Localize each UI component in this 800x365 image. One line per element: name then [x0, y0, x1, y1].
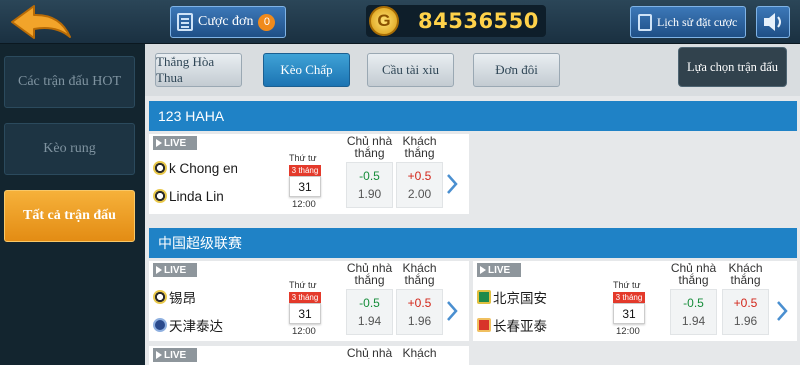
match-weekday: Thứ tư	[613, 280, 641, 290]
play-icon	[156, 266, 162, 274]
match-card[interactable]: LIVE Chủ nhà thắng Khách thắng	[149, 346, 469, 365]
away-odds-column: Khách thắng +0.5 1.96	[396, 261, 443, 335]
sidebar-item-hot-matches[interactable]: Các trận đấu HOT	[4, 56, 135, 108]
team-crest-icon	[153, 318, 167, 332]
team-crest-icon	[153, 290, 167, 304]
play-icon	[156, 139, 162, 147]
bet-history-button[interactable]: Lịch sử đặt cược	[630, 6, 746, 38]
live-badge: LIVE	[153, 263, 197, 277]
match-card[interactable]: LIVE k Chong en Linda Lin Thứ tư 3 tháng…	[149, 134, 469, 214]
home-odds-button[interactable]: -0.5 1.90	[346, 162, 393, 208]
bet-slip-icon	[177, 13, 193, 31]
away-odds-button[interactable]: +0.5 2.00	[396, 162, 443, 208]
home-team: 北京国安	[477, 288, 561, 306]
home-team: 锡昂	[153, 288, 237, 306]
history-doc-icon	[638, 13, 652, 31]
home-win-header: Chủ nhà thắng	[670, 261, 717, 287]
back-arrow-icon[interactable]	[8, 3, 74, 41]
league-header: 123 HAHA	[149, 101, 797, 131]
balance-amount: 84536550	[418, 9, 539, 33]
bet-count-badge: 0	[258, 13, 276, 31]
away-odds-button[interactable]: +0.5 1.96	[396, 289, 443, 335]
match-month: 3 tháng	[289, 292, 321, 303]
away-odds-column: Khách thắng	[396, 346, 443, 359]
home-team: k Chong en	[153, 159, 237, 177]
away-odds-button[interactable]: +0.5 1.96	[722, 289, 769, 335]
home-win-header: Chủ nhà thắng	[346, 134, 393, 160]
match-weekday: Thứ tư	[289, 153, 317, 163]
match-card[interactable]: LIVE 锡昂 天津泰达 Thứ tư 3 tháng 31 12:00 Chủ…	[149, 261, 469, 341]
match-time: 12:00	[616, 326, 640, 337]
away-team: 天津泰达	[153, 316, 237, 334]
live-badge: LIVE	[153, 136, 197, 150]
home-win-header: Chủ nhà thắng	[346, 347, 393, 359]
speaker-icon	[764, 13, 781, 31]
live-badge: LIVE	[477, 263, 521, 277]
league-header: 中国超级联赛	[149, 228, 797, 258]
sidebar-item-all-matches[interactable]: Tất cả trận đấu	[4, 190, 135, 242]
gold-coin-icon: G	[369, 6, 399, 36]
match-day: 31	[613, 303, 645, 324]
away-win-header: Khách thắng	[402, 347, 437, 359]
away-team: 长春亚泰	[477, 316, 561, 334]
home-win-header: Chủ nhà thắng	[346, 261, 393, 287]
home-odds-button[interactable]: -0.5 1.94	[346, 289, 393, 335]
away-odds-column: Khách thắng +0.5 2.00	[396, 134, 443, 208]
tab-odd-even[interactable]: Đơn đôi	[473, 53, 560, 87]
team-crest-icon	[477, 290, 491, 304]
home-odds-column: Chủ nhà thắng -0.5 1.94	[346, 261, 393, 335]
home-odds-button[interactable]: -0.5 1.94	[670, 289, 717, 335]
tab-handicap[interactable]: Kèo Chấp	[263, 53, 350, 87]
play-icon	[156, 351, 162, 359]
team-crest-icon	[153, 189, 167, 203]
match-time: 12:00	[292, 326, 316, 337]
single-bet-button[interactable]: Cược đơn 0	[170, 6, 286, 38]
top-bar: Cược đơn 0 G 84536550 Lịch sử đặt cược	[0, 0, 800, 44]
match-day: 31	[289, 303, 321, 324]
match-time: 12:00	[292, 199, 316, 210]
play-icon	[480, 266, 486, 274]
bet-history-label: Lịch sử đặt cược	[657, 14, 738, 29]
match-select-button[interactable]: Lựa chọn trận đấu	[678, 47, 787, 87]
bet-type-tabs: Thắng Hòa Thua Kèo Chấp Cầu tài xỉu Đơn …	[145, 44, 800, 96]
balance-display: G 84536550	[366, 5, 546, 37]
chevron-right-icon[interactable]	[445, 173, 459, 195]
live-badge: LIVE	[153, 348, 197, 362]
main-panel: Thắng Hòa Thua Kèo Chấp Cầu tài xỉu Đơn …	[145, 44, 800, 365]
away-odds-column: Khách thắng +0.5 1.96	[722, 261, 769, 335]
home-odds-column: Chủ nhà thắng	[346, 346, 393, 359]
single-bet-label: Cược đơn	[198, 14, 254, 29]
team-crest-icon	[153, 161, 167, 175]
home-odds-column: Chủ nhà thắng -0.5 1.94	[670, 261, 717, 335]
chevron-right-icon[interactable]	[445, 300, 459, 322]
away-win-header: Khách thắng	[402, 134, 437, 160]
away-team: Linda Lin	[153, 187, 237, 205]
match-month: 3 tháng	[613, 292, 645, 303]
sidebar: Các trận đấu HOT Kèo rung Tất cả trận đấ…	[0, 44, 145, 365]
chevron-right-icon[interactable]	[775, 300, 789, 322]
home-odds-column: Chủ nhà thắng -0.5 1.90	[346, 134, 393, 208]
team-crest-icon	[477, 318, 491, 332]
tab-over-under[interactable]: Cầu tài xỉu	[367, 53, 454, 87]
tab-win-draw-lose[interactable]: Thắng Hòa Thua	[155, 53, 242, 87]
match-card[interactable]: LIVE 北京国安 长春亚泰 Thứ tư 3 tháng 31 12:00 C…	[473, 261, 797, 341]
match-weekday: Thứ tư	[289, 280, 317, 290]
match-day: 31	[289, 176, 321, 197]
sidebar-item-live-odds[interactable]: Kèo rung	[4, 123, 135, 175]
away-win-header: Khách thắng	[728, 261, 763, 287]
away-win-header: Khách thắng	[402, 261, 437, 287]
match-month: 3 tháng	[289, 165, 321, 176]
volume-button[interactable]	[756, 6, 790, 38]
